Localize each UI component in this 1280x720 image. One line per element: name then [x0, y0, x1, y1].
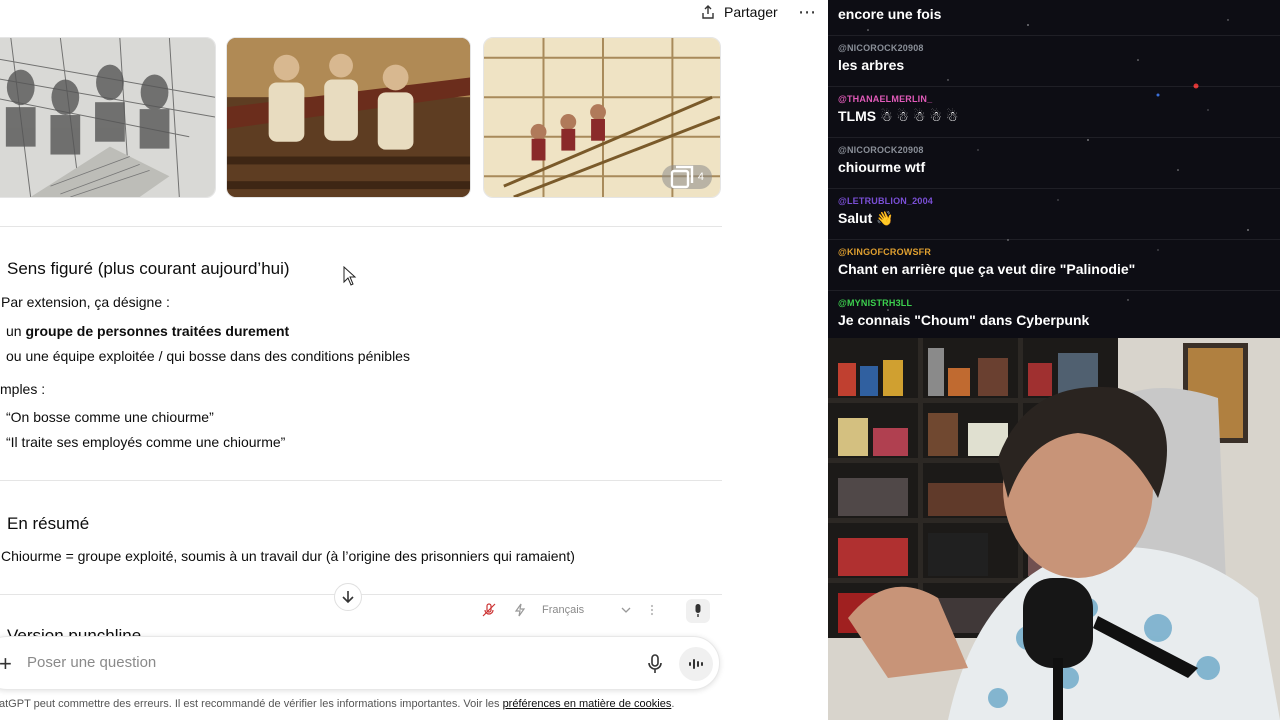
cookie-preferences-link[interactable]: préférences en matière de cookies [503, 698, 672, 710]
chat-username: @LETRUBLION_2004 [838, 196, 933, 206]
streamer-webcam-image [828, 338, 1280, 720]
more-options-button[interactable]: ⋯ [796, 2, 818, 22]
webcam-feed [828, 338, 1280, 720]
chat-text: Chant en arrière que ça veut dire "Palin… [838, 261, 1136, 277]
chat-text: chiourme wtf [838, 159, 926, 175]
share-label: Partager [724, 4, 778, 20]
stream-chat-message: @THANAELMERLIN_ TLMS ☃ ☃ ☃ ☃ ☃ [828, 88, 1280, 138]
stream-chat-message: @NICOROCK20908 les arbres [828, 37, 1280, 87]
image-result-diagram[interactable]: 4 [483, 37, 721, 198]
mouse-cursor-icon [343, 266, 357, 286]
dictation-mic-button[interactable] [686, 599, 710, 623]
disclaimer-end: . [671, 698, 675, 710]
chat-text: TLMS ☃ ☃ ☃ ☃ ☃ [838, 108, 959, 124]
chat-username: @MYNISTRH3LL [838, 298, 913, 308]
dictation-toolbar: Français [478, 598, 714, 624]
section-heading-punchline: Version punchline [7, 626, 142, 636]
chat-text: Je connais "Choum" dans Cyberpunk [838, 312, 1090, 328]
stream-overlay: encore une fois @NICOROCK20908 les arbre… [828, 0, 1280, 720]
image-result-engraving[interactable] [0, 37, 216, 198]
chat-username: @KINGOFCROWSFR [838, 247, 932, 257]
chat-username: @NICOROCK20908 [838, 43, 924, 53]
lightning-icon[interactable] [514, 603, 526, 617]
mic-off-icon[interactable] [482, 603, 496, 617]
image-result-rowers[interactable] [226, 37, 471, 198]
more-dots-icon: ⋯ [798, 1, 816, 22]
bullet-item-2: ou une équipe exploitée / qui bosse dans… [6, 348, 410, 364]
chat-username: @NICOROCK20908 [838, 145, 924, 155]
plus-icon[interactable]: + [0, 651, 12, 677]
language-select[interactable]: Français [542, 604, 584, 616]
summary-paragraph: Chiourme = groupe exploité, soumis à un … [1, 548, 575, 564]
vertical-dots-icon[interactable] [650, 604, 654, 616]
bullet-1-prefix: un [6, 323, 26, 339]
share-button[interactable]: Partager [700, 2, 778, 22]
chevron-down-icon[interactable] [621, 606, 631, 614]
stream-chat-message: @MYNISTRH3LL Je connais "Choum" dans Cyb… [828, 292, 1280, 342]
more-images-badge[interactable]: 4 [661, 165, 712, 189]
chat-text: les arbres [838, 57, 905, 73]
prompt-input[interactable] [27, 654, 587, 671]
examples-label: mples : [0, 381, 46, 397]
section-divider [0, 226, 722, 227]
disclaimer-footer: atGPT peut commettre des erreurs. Il est… [0, 698, 674, 710]
example-item-2: “Il traite ses employés comme une chiour… [6, 434, 286, 450]
disclaimer-text: atGPT peut commettre des erreurs. Il est… [0, 698, 503, 710]
section-heading-summary: En résumé [7, 514, 90, 533]
share-icon [702, 5, 714, 19]
mic-icon [695, 604, 701, 617]
bullet-item-1: un groupe de personnes traitées durement [6, 323, 289, 339]
microphone-icon[interactable] [645, 653, 665, 675]
stream-chat-message: encore une fois [828, 0, 1280, 36]
chat-username: @THANAELMERLIN_ [838, 94, 933, 104]
example-item-1: “On bosse comme une chiourme” [6, 409, 214, 425]
galley-rowers-image [227, 38, 470, 197]
images-stack-icon [670, 165, 694, 189]
chat-text: Salut 👋 [838, 210, 894, 226]
voice-mode-button[interactable] [679, 647, 713, 681]
waveform-icon [689, 659, 703, 669]
more-images-count: 4 [697, 171, 704, 183]
stream-chat-message: @KINGOFCROWSFR Chant en arrière que ça v… [828, 241, 1280, 291]
chatgpt-pane: Partager ⋯ 4 Sens figuré (plus courant a… [0, 0, 828, 720]
section-divider [0, 480, 722, 481]
composer: + [0, 636, 720, 690]
stream-chat-message: @LETRUBLION_2004 Salut 👋 [828, 190, 1280, 240]
scroll-down-button[interactable] [334, 583, 362, 611]
section-heading-figurative: Sens figuré (plus courant aujourd’hui) [7, 259, 290, 278]
galley-engraving-image [0, 38, 215, 197]
bullet-1-bold: groupe de personnes traitées durement [25, 323, 290, 339]
stream-chat-message: @NICOROCK20908 chiourme wtf [828, 139, 1280, 189]
arrow-down-icon [342, 591, 354, 604]
paragraph-intro: Par extension, ça désigne : [1, 294, 170, 310]
chat-text: encore une fois [838, 6, 942, 22]
